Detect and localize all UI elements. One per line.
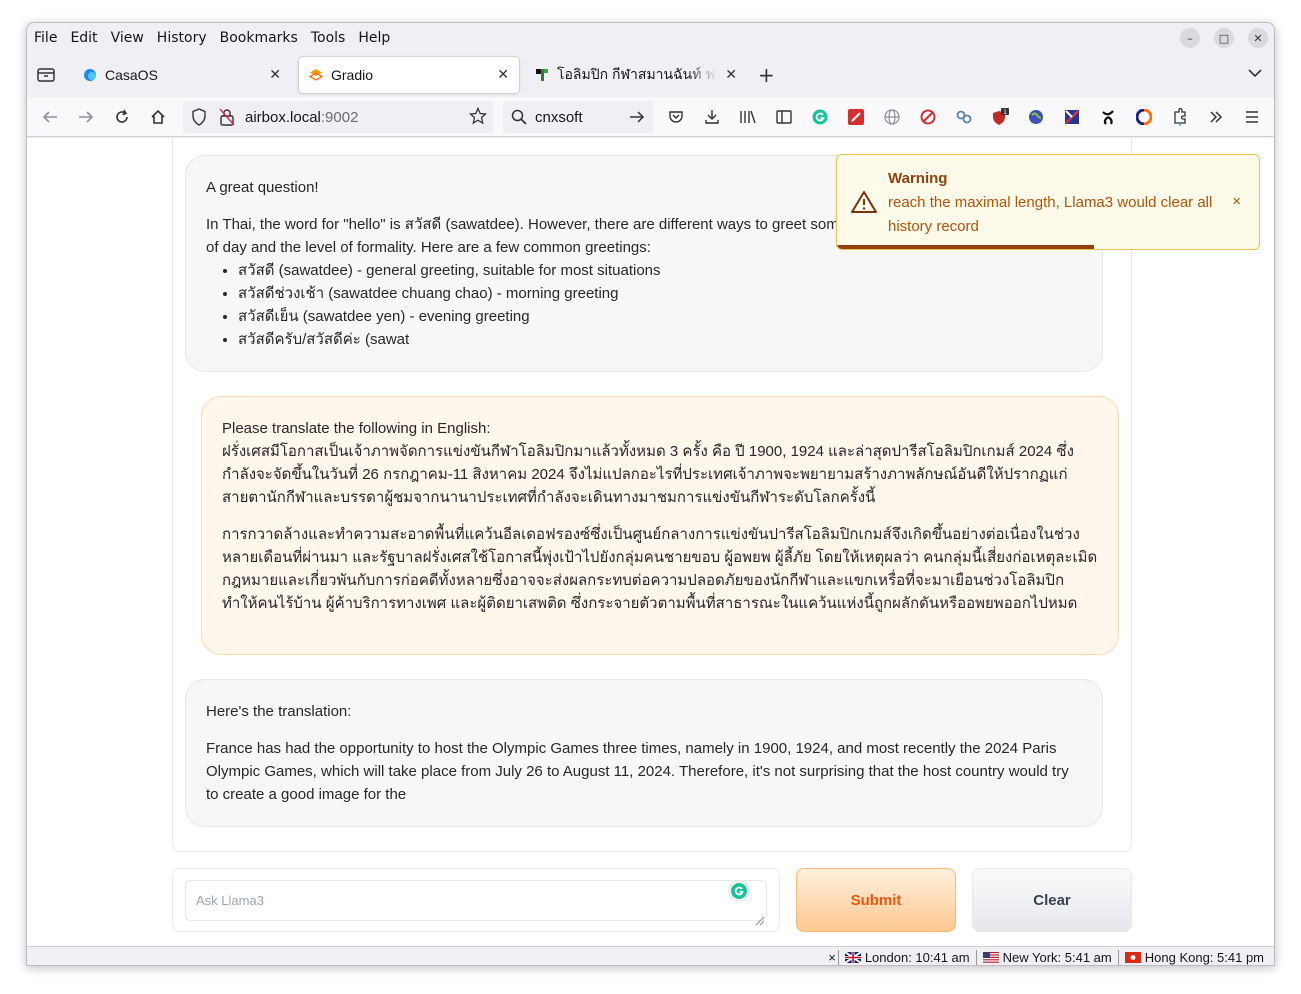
globe-icon[interactable] (882, 107, 902, 127)
search-input[interactable]: cnxsoft (535, 109, 583, 126)
maximize-button[interactable]: □ (1214, 28, 1234, 48)
tab-casaos[interactable]: CasaOS ✕ (73, 57, 291, 93)
mascot-icon[interactable] (1098, 107, 1118, 127)
svg-text:1: 1 (1003, 109, 1007, 116)
menu-bar: File Edit View History Bookmarks Tools H… (27, 23, 1274, 53)
warning-toast: Warning reach the maximal length, Llama3… (836, 154, 1260, 250)
overflow-chevron-icon[interactable] (1206, 107, 1226, 127)
tab-list-icon[interactable] (36, 65, 56, 85)
block-icon[interactable] (918, 107, 938, 127)
toast-message: reach the maximal length, Llama3 would c… (888, 194, 1213, 235)
back-icon[interactable] (40, 107, 60, 127)
pocket-icon[interactable] (666, 107, 686, 127)
status-close-icon[interactable]: × (828, 950, 836, 965)
go-arrow-icon[interactable] (629, 109, 645, 129)
url-port: :9002 (320, 108, 359, 126)
menu-edit[interactable]: Edit (70, 30, 97, 46)
tab-bar: CasaOS ✕ Gradio ✕ โอลิมปิก กีฬาสมานฉันท์… (27, 53, 1274, 97)
thai-site-icon (536, 69, 548, 81)
link-icon[interactable] (954, 107, 974, 127)
clock-london: London: 10:41 am (837, 949, 976, 965)
message-text: Please translate the following in Englis… (222, 420, 491, 437)
downloads-icon[interactable] (702, 107, 722, 127)
input-panel: Ask Llama3 (172, 868, 780, 932)
menu-tools[interactable]: Tools (311, 30, 346, 46)
page-content: A great question! In Thai, the word for … (27, 138, 1274, 946)
search-icon (511, 109, 527, 129)
menu-bookmarks[interactable]: Bookmarks (220, 30, 298, 46)
clock-hong-kong: Hong Kong: 5:41 pm (1117, 949, 1270, 965)
grammarly-icon[interactable] (728, 880, 750, 906)
multi-container-icon[interactable] (1062, 107, 1082, 127)
window-controls: – □ ✕ (1180, 28, 1268, 48)
shield-icon[interactable] (191, 108, 207, 130)
clear-button[interactable]: Clear (972, 868, 1132, 932)
message-text: Here's the translation: (206, 703, 352, 720)
url-host: airbox.local (245, 108, 321, 126)
message-text: ฝรั่งเศสมีโอกาสเป็นเจ้าภาพจัดการแข่งขันก… (222, 443, 1074, 506)
close-window-button[interactable]: ✕ (1248, 28, 1268, 48)
chevron-down-icon[interactable] (1248, 66, 1262, 82)
message-text: France has had the opportunity to host t… (206, 740, 1069, 803)
toast-close-button[interactable]: × (1232, 193, 1241, 210)
extensions-icon[interactable] (1170, 107, 1190, 127)
ublock-icon[interactable]: 1 (990, 107, 1010, 127)
resize-handle-icon[interactable] (755, 911, 765, 930)
greeting-list: สวัสดี (sawatdee) - general greeting, su… (238, 259, 1082, 351)
home-icon[interactable] (148, 107, 168, 127)
user-message: Please translate the following in Englis… (201, 396, 1119, 655)
submit-button[interactable]: Submit (796, 868, 956, 932)
grammarly-icon[interactable] (810, 107, 830, 127)
clock-new-york: New York: 5:41 am (975, 949, 1118, 965)
browser-window: File Edit View History Bookmarks Tools H… (26, 22, 1275, 966)
navigation-bar: airbox.local:9002 cnxsoft 1 (27, 97, 1274, 137)
menu-view[interactable]: View (111, 30, 144, 46)
earth-icon[interactable] (1026, 107, 1046, 127)
menu-history[interactable]: History (157, 30, 207, 46)
sidebar-icon[interactable] (774, 107, 794, 127)
colorpicker-icon[interactable] (846, 107, 866, 127)
hk-flag-icon (1124, 951, 1141, 963)
new-tab-icon[interactable]: + (758, 65, 775, 85)
search-bar[interactable]: cnxsoft (503, 101, 653, 133)
menu-file[interactable]: File (34, 30, 57, 46)
url-bar[interactable]: airbox.local:9002 (183, 101, 493, 133)
swirl-icon[interactable] (1134, 107, 1154, 127)
warning-icon (851, 191, 877, 213)
us-flag-icon (982, 951, 999, 963)
tab-title: CasaOS (105, 67, 158, 83)
insecure-lock-icon[interactable] (219, 108, 235, 130)
menu-help[interactable]: Help (358, 30, 390, 46)
close-tab-icon[interactable]: ✕ (497, 66, 509, 83)
toast-progress-bar (837, 245, 1095, 249)
list-item: สวัสดี (sawatdee) - general greeting, su… (238, 259, 1082, 282)
close-tab-icon[interactable]: ✕ (725, 66, 737, 83)
tab-title: Gradio (331, 67, 374, 83)
message-text: การกวาดล้างและทำความสะอาดพื้นที่แคว้นอีล… (222, 526, 1098, 612)
tab-olympic-thai[interactable]: โอลิมปิก กีฬาสมานฉันท์ ฟ ✕ (525, 57, 747, 93)
tab-gradio[interactable]: Gradio ✕ (299, 57, 519, 93)
bot-message: Here's the translation: France has had t… (185, 679, 1103, 827)
casaos-icon (84, 69, 96, 81)
bookmark-star-icon[interactable] (468, 106, 488, 129)
reload-icon[interactable] (112, 107, 132, 127)
gradio-icon (309, 69, 323, 81)
chat-input[interactable]: Ask Llama3 (185, 880, 767, 921)
list-item: สวัสดีช่วงเช้า (sawatdee chuang chao) - … (238, 282, 1082, 305)
toast-title: Warning (888, 170, 948, 187)
close-tab-icon[interactable]: ✕ (269, 66, 281, 83)
list-item: สวัสดีเย็น (sawatdee yen) - evening gree… (238, 305, 1082, 328)
hamburger-menu-icon[interactable] (1242, 107, 1262, 127)
list-item: สวัสดีครับ/สวัสดีค่ะ (sawat (238, 328, 1082, 351)
library-icon[interactable] (738, 107, 758, 127)
forward-icon[interactable] (76, 107, 96, 127)
uk-flag-icon (844, 951, 861, 963)
status-bar: × London: 10:41 am New York: 5:41 am Hon… (27, 946, 1274, 965)
minimize-button[interactable]: – (1180, 28, 1200, 48)
